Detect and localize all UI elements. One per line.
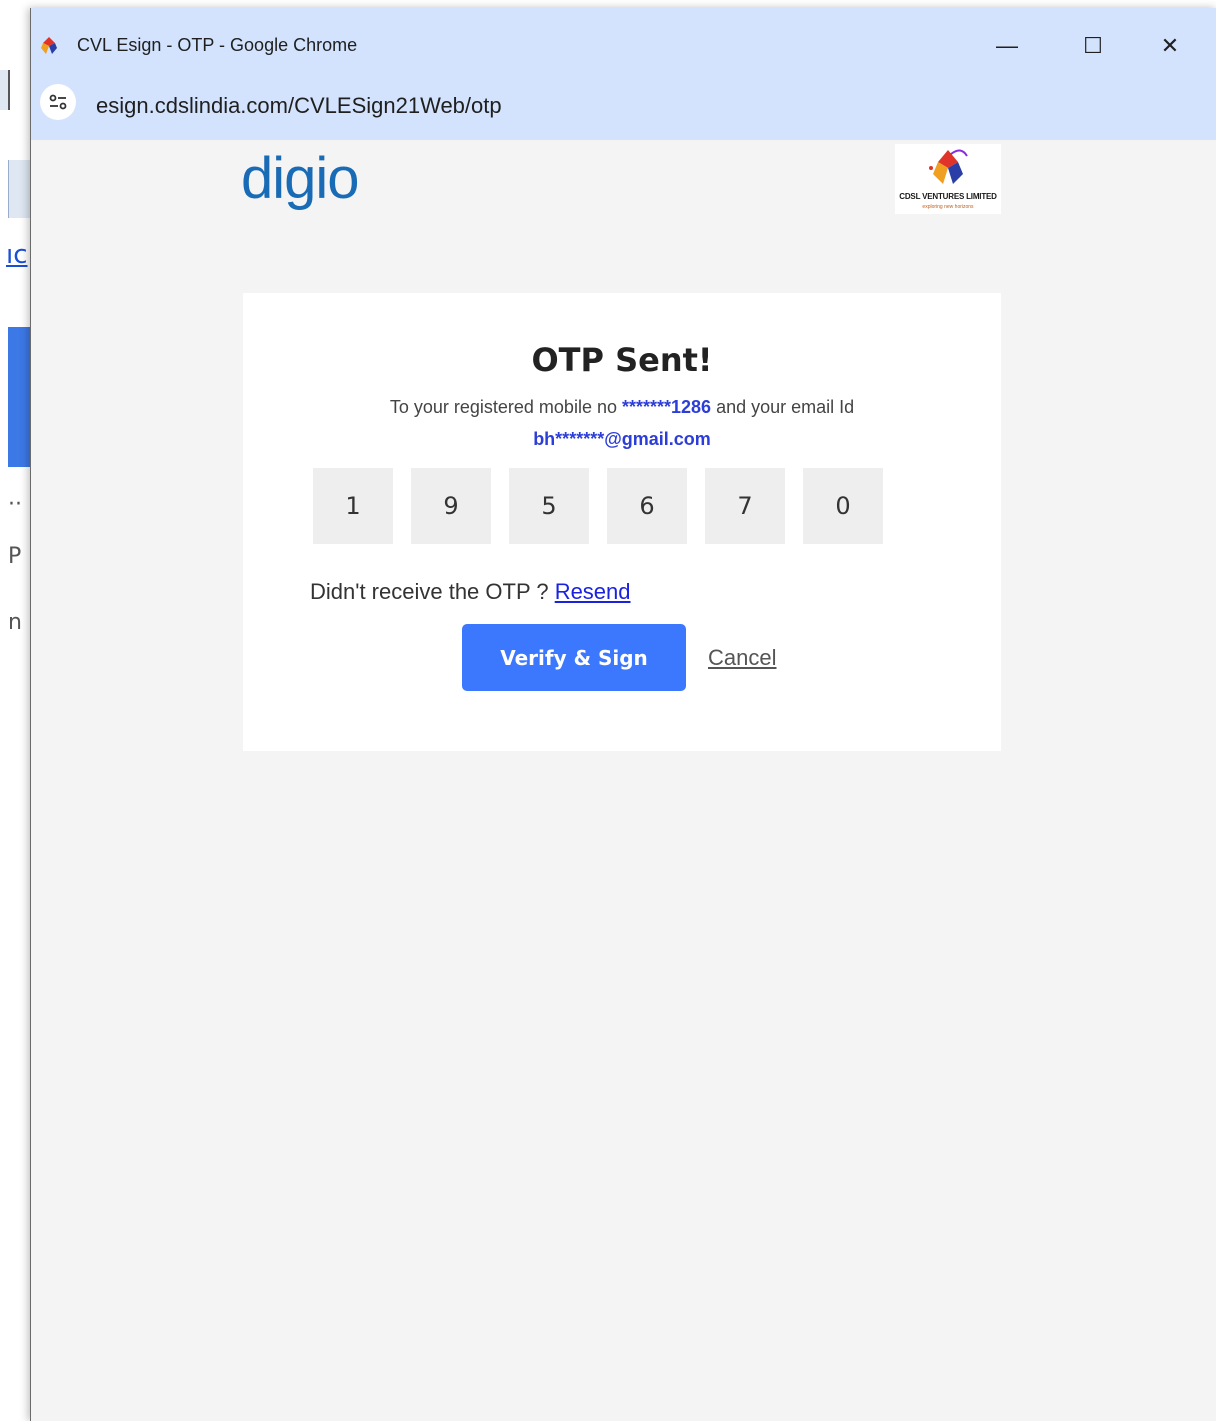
- otp-digit-input[interactable]: 7: [705, 468, 785, 544]
- background-blue-panel: [8, 327, 30, 467]
- background-window: ıc ·· P n: [0, 0, 30, 1421]
- background-window-panel: [8, 160, 30, 218]
- resend-link[interactable]: Resend: [555, 579, 631, 604]
- background-text-fragment: P: [8, 544, 22, 569]
- url-text[interactable]: esign.cdslindia.com/CVLESign21Web/otp: [96, 93, 502, 119]
- chrome-popup-window: CVL Esign - OTP - Google Chrome — ☐ ✕ es…: [30, 8, 1216, 1421]
- window-title: CVL Esign - OTP - Google Chrome: [77, 35, 358, 55]
- cvl-favicon-icon: [41, 37, 57, 54]
- otp-title: OTP Sent!: [531, 341, 713, 379]
- resend-prompt: Didn't receive the OTP ? Resend: [310, 579, 631, 605]
- resend-prompt-text: Didn't receive the OTP ?: [310, 579, 555, 604]
- background-text-fragment: ··: [8, 492, 22, 517]
- background-window-tab: [0, 70, 10, 110]
- cancel-link[interactable]: Cancel: [708, 645, 776, 671]
- otp-digit-input[interactable]: 9: [411, 468, 491, 544]
- otp-card: OTP Sent! To your registered mobile no *…: [243, 293, 1001, 751]
- tune-icon: [49, 94, 67, 110]
- title-bar[interactable]: CVL Esign - OTP - Google Chrome — ☐ ✕: [31, 8, 1216, 82]
- otp-digit-input[interactable]: 0: [803, 468, 883, 544]
- cdsl-emblem-icon: [929, 149, 968, 184]
- otp-desc-middle: and your email Id: [711, 397, 855, 417]
- digio-logo: digio: [241, 146, 360, 211]
- otp-digit-input[interactable]: 6: [607, 468, 687, 544]
- otp-desc-prefix: To your registered mobile no: [389, 397, 622, 417]
- site-info-icon[interactable]: [40, 84, 76, 120]
- otp-input-group: 1 9 5 6 7 0: [313, 468, 883, 544]
- verify-and-sign-button[interactable]: Verify & Sign: [462, 624, 686, 691]
- close-button[interactable]: ✕: [1147, 26, 1193, 66]
- maximize-button[interactable]: ☐: [1070, 26, 1116, 66]
- page-content: digio CDSL VENTURES LIMITED exploring ne…: [31, 140, 1216, 1421]
- cdsl-logo-tagline: exploring new horizons: [922, 204, 974, 210]
- background-link-fragment[interactable]: ıc: [6, 240, 30, 280]
- minimize-button[interactable]: —: [984, 26, 1030, 66]
- otp-description: To your registered mobile no *******1286…: [243, 391, 1001, 455]
- cdsl-logo-name: CDSL VENTURES LIMITED: [899, 192, 997, 201]
- cdsl-ventures-logo: CDSL VENTURES LIMITED exploring new hori…: [895, 144, 1001, 214]
- masked-email: bh*******@gmail.com: [533, 429, 711, 449]
- otp-digit-input[interactable]: 1: [313, 468, 393, 544]
- masked-mobile: *******1286: [621, 397, 712, 417]
- address-bar[interactable]: esign.cdslindia.com/CVLESign21Web/otp: [31, 82, 1216, 141]
- background-text-fragment: n: [8, 610, 22, 635]
- otp-digit-input[interactable]: 5: [509, 468, 589, 544]
